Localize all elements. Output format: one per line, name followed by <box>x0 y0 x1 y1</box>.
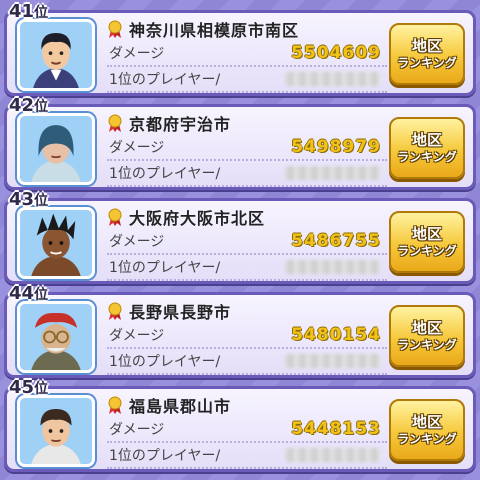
top-player-name-blurred <box>285 448 381 462</box>
area-ranking-button[interactable]: 地区 ランキング <box>389 305 465 367</box>
damage-label: ダメージ <box>109 234 165 250</box>
damage-value: 5498979 <box>291 137 381 157</box>
area-name: 京都府宇治市 <box>129 115 232 134</box>
medal-icon <box>108 302 122 320</box>
entry-info: 神奈川県相模原市南区 ダメージ 5504609 1位のプレイヤー/ <box>107 17 387 95</box>
ranking-card: 41位 神奈川県相模原市南区 ダメージ 5504609 1位のプレイヤー/ 地区ラ… <box>4 1 476 96</box>
top-player-name-blurred <box>285 260 381 274</box>
character-avatar <box>17 395 95 467</box>
damage-label: ダメージ <box>109 422 165 438</box>
damage-label: ダメージ <box>109 140 165 156</box>
area-ranking-button[interactable]: 地区 ランキング <box>389 211 465 273</box>
area-name: 大阪府大阪市北区 <box>129 209 266 228</box>
rank-number: 43位 <box>9 189 49 210</box>
entry-info: 京都府宇治市 ダメージ 5498979 1位のプレイヤー/ <box>107 111 387 189</box>
damage-value: 5504609 <box>291 43 381 63</box>
damage-value: 5448153 <box>291 419 381 439</box>
medal-icon <box>108 114 122 132</box>
area-name: 長野県長野市 <box>129 303 232 322</box>
medal-icon <box>108 20 122 38</box>
character-avatar <box>17 113 95 185</box>
top-player-label: 1位のプレイヤー/ <box>109 72 221 88</box>
area-ranking-button[interactable]: 地区 ランキング <box>389 117 465 179</box>
top-player-label: 1位のプレイヤー/ <box>109 448 221 464</box>
area-name: 福島県郡山市 <box>129 397 232 416</box>
top-player-name-blurred <box>285 354 381 368</box>
damage-label: ダメージ <box>109 46 165 62</box>
ranking-card: 43位 大阪府大阪市北区 ダメージ 5486755 1位のプレイヤー/ 地区 ランキ… <box>4 189 476 284</box>
ranking-card: 42位 京都府宇治市 ダメージ 5498979 1位のプレイヤー/ 地区 ランキング <box>4 95 476 190</box>
entry-info: 福島県郡山市 ダメージ 5448153 1位のプレイヤー/ <box>107 393 387 471</box>
area-ranking-button[interactable]: 地区 ランキング <box>389 399 465 461</box>
rank-number: 44位 <box>9 283 49 304</box>
rank-number: 41位 <box>9 1 49 22</box>
character-avatar <box>17 19 95 91</box>
ranking-card: 44位 長野県長野市 ダメージ 5480154 1位のプレイヤー/ 地区 ランキング <box>4 283 476 378</box>
top-player-label: 1位のプレイヤー/ <box>109 354 221 370</box>
ranking-list: 41位 神奈川県相模原市南区 ダメージ 5504609 1位のプレイヤー/ 地区ラ… <box>0 0 480 480</box>
area-name: 神奈川県相模原市南区 <box>129 21 300 40</box>
damage-value: 5480154 <box>291 325 381 345</box>
rank-number: 42位 <box>9 95 49 116</box>
entry-info: 大阪府大阪市北区 ダメージ 5486755 1位のプレイヤー/ <box>107 205 387 283</box>
character-avatar <box>17 301 95 373</box>
entry-info: 長野県長野市 ダメージ 5480154 1位のプレイヤー/ <box>107 299 387 377</box>
top-player-label: 1位のプレイヤー/ <box>109 166 221 182</box>
medal-icon <box>108 208 122 226</box>
character-avatar <box>17 207 95 279</box>
medal-icon <box>108 396 122 414</box>
ranking-card: 45位 福島県郡山市 ダメージ 5448153 1位のプレイヤー/ 地区 ランキング <box>4 377 476 472</box>
rank-number: 45位 <box>9 377 49 398</box>
damage-value: 5486755 <box>291 231 381 251</box>
top-player-name-blurred <box>285 72 381 86</box>
top-player-name-blurred <box>285 166 381 180</box>
top-player-label: 1位のプレイヤー/ <box>109 260 221 276</box>
damage-label: ダメージ <box>109 328 165 344</box>
area-ranking-button[interactable]: 地区 ランキング <box>389 23 465 85</box>
